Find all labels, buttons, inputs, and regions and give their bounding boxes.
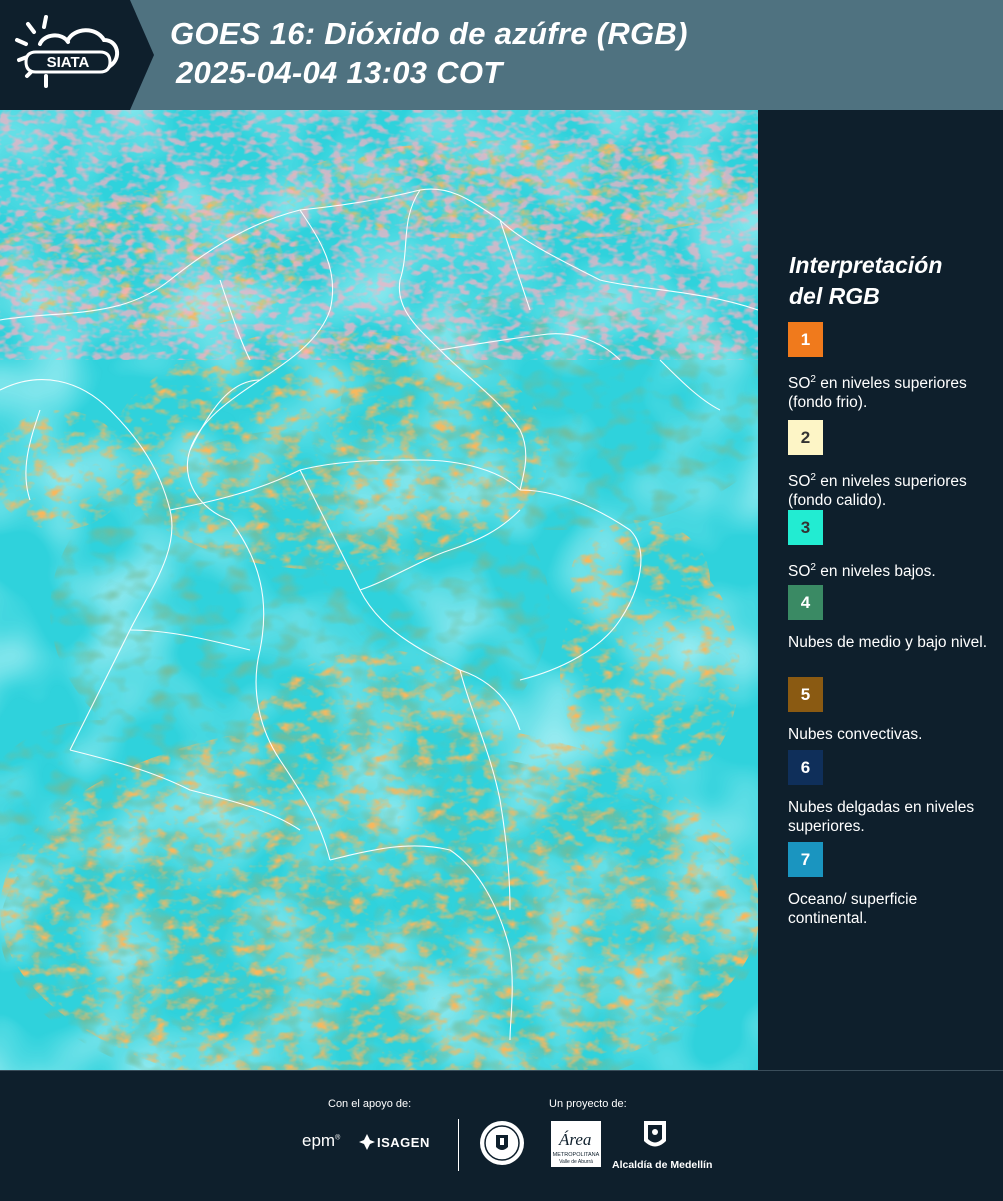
legend-text-main: Nubes convectivas. xyxy=(788,726,923,743)
epm-logo-text: epm xyxy=(302,1131,336,1150)
legend-item-2: 2 SO2 en niveles superiores (fondo calid… xyxy=(788,420,993,510)
legend-number: 6 xyxy=(800,757,811,777)
legend-number: 5 xyxy=(800,684,811,704)
legend-swatch: 4 xyxy=(788,585,823,620)
legend-number: 1 xyxy=(800,329,811,349)
legend-text-main: Nubes delgadas en niveles superiores. xyxy=(788,799,975,835)
area-metropolitana-logo[interactable]: Área METROPOLITANA Valle de Aburrá xyxy=(551,1119,601,1169)
legend-title-line2: del RGB xyxy=(789,283,880,309)
legend-number: 2 xyxy=(800,427,811,447)
legend-number: 4 xyxy=(800,592,811,612)
satellite-map[interactable] xyxy=(0,110,758,1070)
legend-text-main: Oceano/ superficie continental. xyxy=(788,891,918,927)
support-caption: Con el apoyo de: xyxy=(328,1098,412,1110)
metro-logo-word: Área xyxy=(558,1130,591,1149)
legend-text-rest: en niveles bajos. xyxy=(815,563,936,581)
legend-swatch: 7 xyxy=(788,842,823,877)
legend-panel: Interpretación del RGB 1 SO2 en niveles … xyxy=(762,110,1003,1070)
legend-text: SO2 en niveles bajos. xyxy=(788,558,988,581)
metro-logo-line2: METROPOLITANA xyxy=(553,1152,600,1158)
legend-swatch: 2 xyxy=(788,420,823,455)
legend-number: 7 xyxy=(800,849,811,869)
alcaldia-logo[interactable]: Alcaldía de Medellín xyxy=(612,1159,712,1171)
footer-divider xyxy=(458,1119,459,1171)
legend-text-main: SO xyxy=(788,563,811,581)
page-timestamp: 2025-04-04 13:03 COT xyxy=(176,55,503,90)
legend-title: Interpretación del RGB xyxy=(789,250,989,312)
legend-text: SO2 en niveles superiores (fondo calido)… xyxy=(788,468,988,510)
legend-text-main: SO xyxy=(788,473,811,491)
isagen-logo[interactable]: ISAGEN xyxy=(377,1135,430,1150)
header-bar: SIATA GOES 16: Dióxido de azúfre (RGB) 2… xyxy=(0,0,1003,110)
legend-text: Oceano/ superficie continental. xyxy=(788,890,988,928)
legend-item-6: 6 Nubes delgadas en niveles superiores. xyxy=(788,750,993,836)
legend-title-line1: Interpretación xyxy=(789,252,943,278)
medellin-seal-icon[interactable] xyxy=(478,1119,526,1167)
alcaldia-shield-icon xyxy=(644,1121,666,1147)
logo-text: SIATA xyxy=(47,54,90,71)
legend-text: SO2 en niveles superiores (fondo frio). xyxy=(788,370,988,412)
footer-bar: Con el apoyo de: Un proyecto de: epm® IS… xyxy=(0,1070,1003,1201)
legend-text-main: SO xyxy=(788,375,811,393)
legend-text: Nubes delgadas en niveles superiores. xyxy=(788,798,988,836)
logo-arrow-shape xyxy=(130,0,154,110)
legend-item-7: 7 Oceano/ superficie continental. xyxy=(788,842,993,928)
legend-text: Nubes de medio y bajo nivel. xyxy=(788,633,988,652)
legend-item-4: 4 Nubes de medio y bajo nivel. xyxy=(788,585,993,652)
sun-cloud-icon: SIATA xyxy=(15,15,120,88)
legend-number: 3 xyxy=(800,517,811,537)
metro-logo-line3: Valle de Aburrá xyxy=(559,1159,593,1165)
legend-swatch: 6 xyxy=(788,750,823,785)
legend-text-main: Nubes de medio y bajo nivel. xyxy=(788,634,988,651)
legend-swatch: 1 xyxy=(788,322,823,357)
project-caption: Un proyecto de: xyxy=(549,1098,627,1110)
legend-swatch: 3 xyxy=(788,510,823,545)
isagen-icon xyxy=(359,1134,375,1150)
legend-item-1: 1 SO2 en niveles superiores (fondo frio)… xyxy=(788,322,993,412)
legend-item-5: 5 Nubes convectivas. xyxy=(788,677,993,744)
satellite-image xyxy=(0,110,758,1070)
legend-text: Nubes convectivas. xyxy=(788,725,988,744)
legend-item-3: 3 SO2 en niveles bajos. xyxy=(788,510,993,581)
siata-logo[interactable]: SIATA xyxy=(0,0,130,110)
legend-swatch: 5 xyxy=(788,677,823,712)
page-title: GOES 16: Dióxido de azúfre (RGB) xyxy=(170,16,688,51)
epm-logo[interactable]: epm® xyxy=(302,1131,340,1151)
